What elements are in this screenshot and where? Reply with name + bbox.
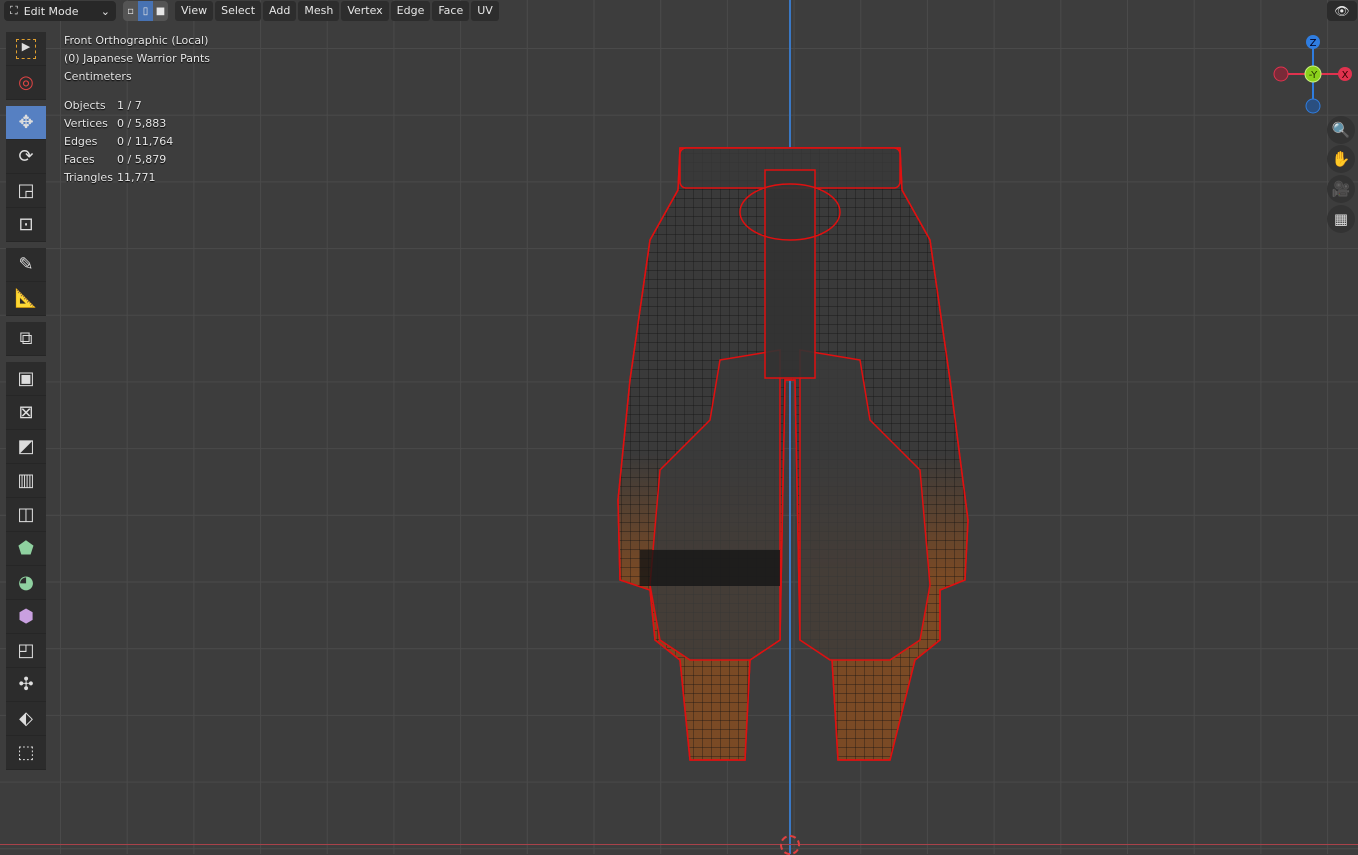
- tool-shelf: ▶ ◎ ✥ ⟳ ◲ ⊡ ✎ 📐 ⧉ ▣ ⊠ ◩ ▥ ◫ ⬟ ◕ ⬢ ◰ ✣ ⬖ …: [6, 32, 46, 770]
- mode-dropdown[interactable]: ⛶ Edit Mode ⌄: [4, 1, 116, 21]
- menu-mesh[interactable]: Mesh: [298, 1, 340, 21]
- add-cube-tool[interactable]: ⧉: [6, 322, 46, 356]
- cursor-icon: ◎: [18, 72, 34, 93]
- select-box-tool[interactable]: ▶: [6, 32, 46, 66]
- bevel-tool[interactable]: ◩: [6, 430, 46, 464]
- smooth-icon: ⬢: [18, 606, 34, 627]
- stat-value: 11,771: [117, 171, 156, 184]
- menu-uv[interactable]: UV: [471, 1, 499, 21]
- transform-icon: ⊡: [18, 214, 34, 235]
- chevron-down-icon: ⌄: [100, 4, 110, 18]
- smooth-tool[interactable]: ⬢: [6, 600, 46, 634]
- camera-view-button[interactable]: 🎥: [1327, 175, 1355, 203]
- inset-icon: ⊠: [18, 402, 34, 423]
- extrude-icon: ▣: [17, 368, 35, 389]
- rotate-icon: ⟳: [18, 146, 34, 167]
- view-name: Front Orthographic (Local): [64, 34, 209, 47]
- poly-build-icon: ⬟: [18, 538, 34, 559]
- menu-select[interactable]: Select: [215, 1, 262, 21]
- shear-tool[interactable]: ⬖: [6, 702, 46, 736]
- transform-tool[interactable]: ⊡: [6, 208, 46, 242]
- navigation-gizmo[interactable]: X Z -Y: [1270, 30, 1358, 120]
- z-label: Z: [1310, 38, 1317, 49]
- spin-icon: ◕: [18, 572, 34, 593]
- bevel-icon: ◩: [17, 436, 35, 457]
- annotate-tool[interactable]: ✎: [6, 248, 46, 282]
- perspective-toggle-button[interactable]: ▦: [1327, 205, 1355, 233]
- camera-icon: 🎥: [1331, 180, 1351, 198]
- knife-icon: ◫: [17, 504, 35, 525]
- stat-value: 1 / 7: [117, 99, 142, 112]
- y-label: -Y: [1309, 70, 1318, 81]
- stat-label: Vertices: [64, 117, 108, 130]
- select-mode-group: ▫ ▯ ■: [123, 1, 168, 21]
- cursor-tool[interactable]: ◎: [6, 66, 46, 100]
- scale-icon: ◲: [17, 180, 35, 201]
- grid-icon: ▦: [1333, 210, 1349, 228]
- extrude-tool[interactable]: ▣: [6, 362, 46, 396]
- ruler-icon: 📐: [14, 288, 38, 309]
- stat-value: 0 / 5,883: [117, 117, 167, 130]
- shrink-fatten-icon: ✣: [18, 674, 34, 695]
- loop-cut-icon: ▥: [17, 470, 35, 491]
- menu-vertex[interactable]: Vertex: [341, 1, 389, 21]
- zoom-icon: 🔍: [1331, 121, 1351, 139]
- neg-x-axis-handle: [1273, 66, 1289, 82]
- menu-edge[interactable]: Edge: [390, 1, 431, 21]
- add-cube-icon: ⧉: [19, 328, 33, 349]
- scale-tool[interactable]: ◲: [6, 174, 46, 208]
- stat-value: 0 / 11,764: [117, 135, 174, 148]
- edge-slide-tool[interactable]: ◰: [6, 634, 46, 668]
- rip-icon: ⬚: [17, 742, 35, 763]
- viewport-header: ⛶ Edit Mode ⌄ ▫ ▯ ■ View Select Add Mesh V…: [0, 0, 503, 22]
- menu-add[interactable]: Add: [263, 1, 297, 21]
- 3d-cursor[interactable]: [780, 835, 800, 855]
- visibility-dropdown[interactable]: 👁: [1327, 1, 1357, 21]
- menu-face[interactable]: Face: [432, 1, 470, 21]
- stats: Objects 1 / 7 Vertices 0 / 5,883 Edges 0 / …: [64, 97, 210, 187]
- stat-label: Edges: [64, 135, 98, 148]
- units: Centimeters: [64, 70, 132, 83]
- select-box-icon: ▶: [16, 38, 36, 59]
- stat-label: Objects: [64, 99, 106, 112]
- move-icon: ✥: [18, 112, 34, 133]
- edit-mode-icon: ⛶: [10, 4, 18, 17]
- pan-button[interactable]: ✋: [1327, 145, 1355, 173]
- eye-icon: 👁: [1334, 4, 1350, 18]
- vertex-select-icon[interactable]: ▫: [123, 1, 138, 21]
- shrink-fatten-tool[interactable]: ✣: [6, 668, 46, 702]
- stat-value: 0 / 5,879: [117, 153, 167, 166]
- viewport-info: Front Orthographic (Local) (0) Japanese …: [64, 32, 210, 187]
- move-tool[interactable]: ✥: [6, 106, 46, 140]
- stat-label: Triangles: [64, 171, 113, 184]
- object-name: (0) Japanese Warrior Pants: [64, 52, 210, 65]
- spin-tool[interactable]: ◕: [6, 566, 46, 600]
- neg-z-axis-handle: [1305, 98, 1321, 114]
- zoom-button[interactable]: 🔍: [1327, 116, 1355, 144]
- shear-icon: ⬖: [19, 708, 33, 729]
- inset-tool[interactable]: ⊠: [6, 396, 46, 430]
- pencil-icon: ✎: [18, 254, 34, 275]
- hand-icon: ✋: [1331, 150, 1351, 168]
- edge-slide-icon: ◰: [17, 640, 35, 661]
- x-label: X: [1342, 70, 1349, 81]
- menu-view[interactable]: View: [175, 1, 214, 21]
- poly-build-tool[interactable]: ⬟: [6, 532, 46, 566]
- menu-bar: View Select Add Mesh Vertex Edge Face UV: [175, 1, 499, 21]
- stat-label: Faces: [64, 153, 95, 166]
- edge-select-icon[interactable]: ▯: [138, 1, 153, 21]
- face-select-icon[interactable]: ■: [153, 1, 168, 21]
- rip-tool[interactable]: ⬚: [6, 736, 46, 770]
- rotate-tool[interactable]: ⟳: [6, 140, 46, 174]
- loop-cut-tool[interactable]: ▥: [6, 464, 46, 498]
- knife-tool[interactable]: ◫: [6, 498, 46, 532]
- measure-tool[interactable]: 📐: [6, 282, 46, 316]
